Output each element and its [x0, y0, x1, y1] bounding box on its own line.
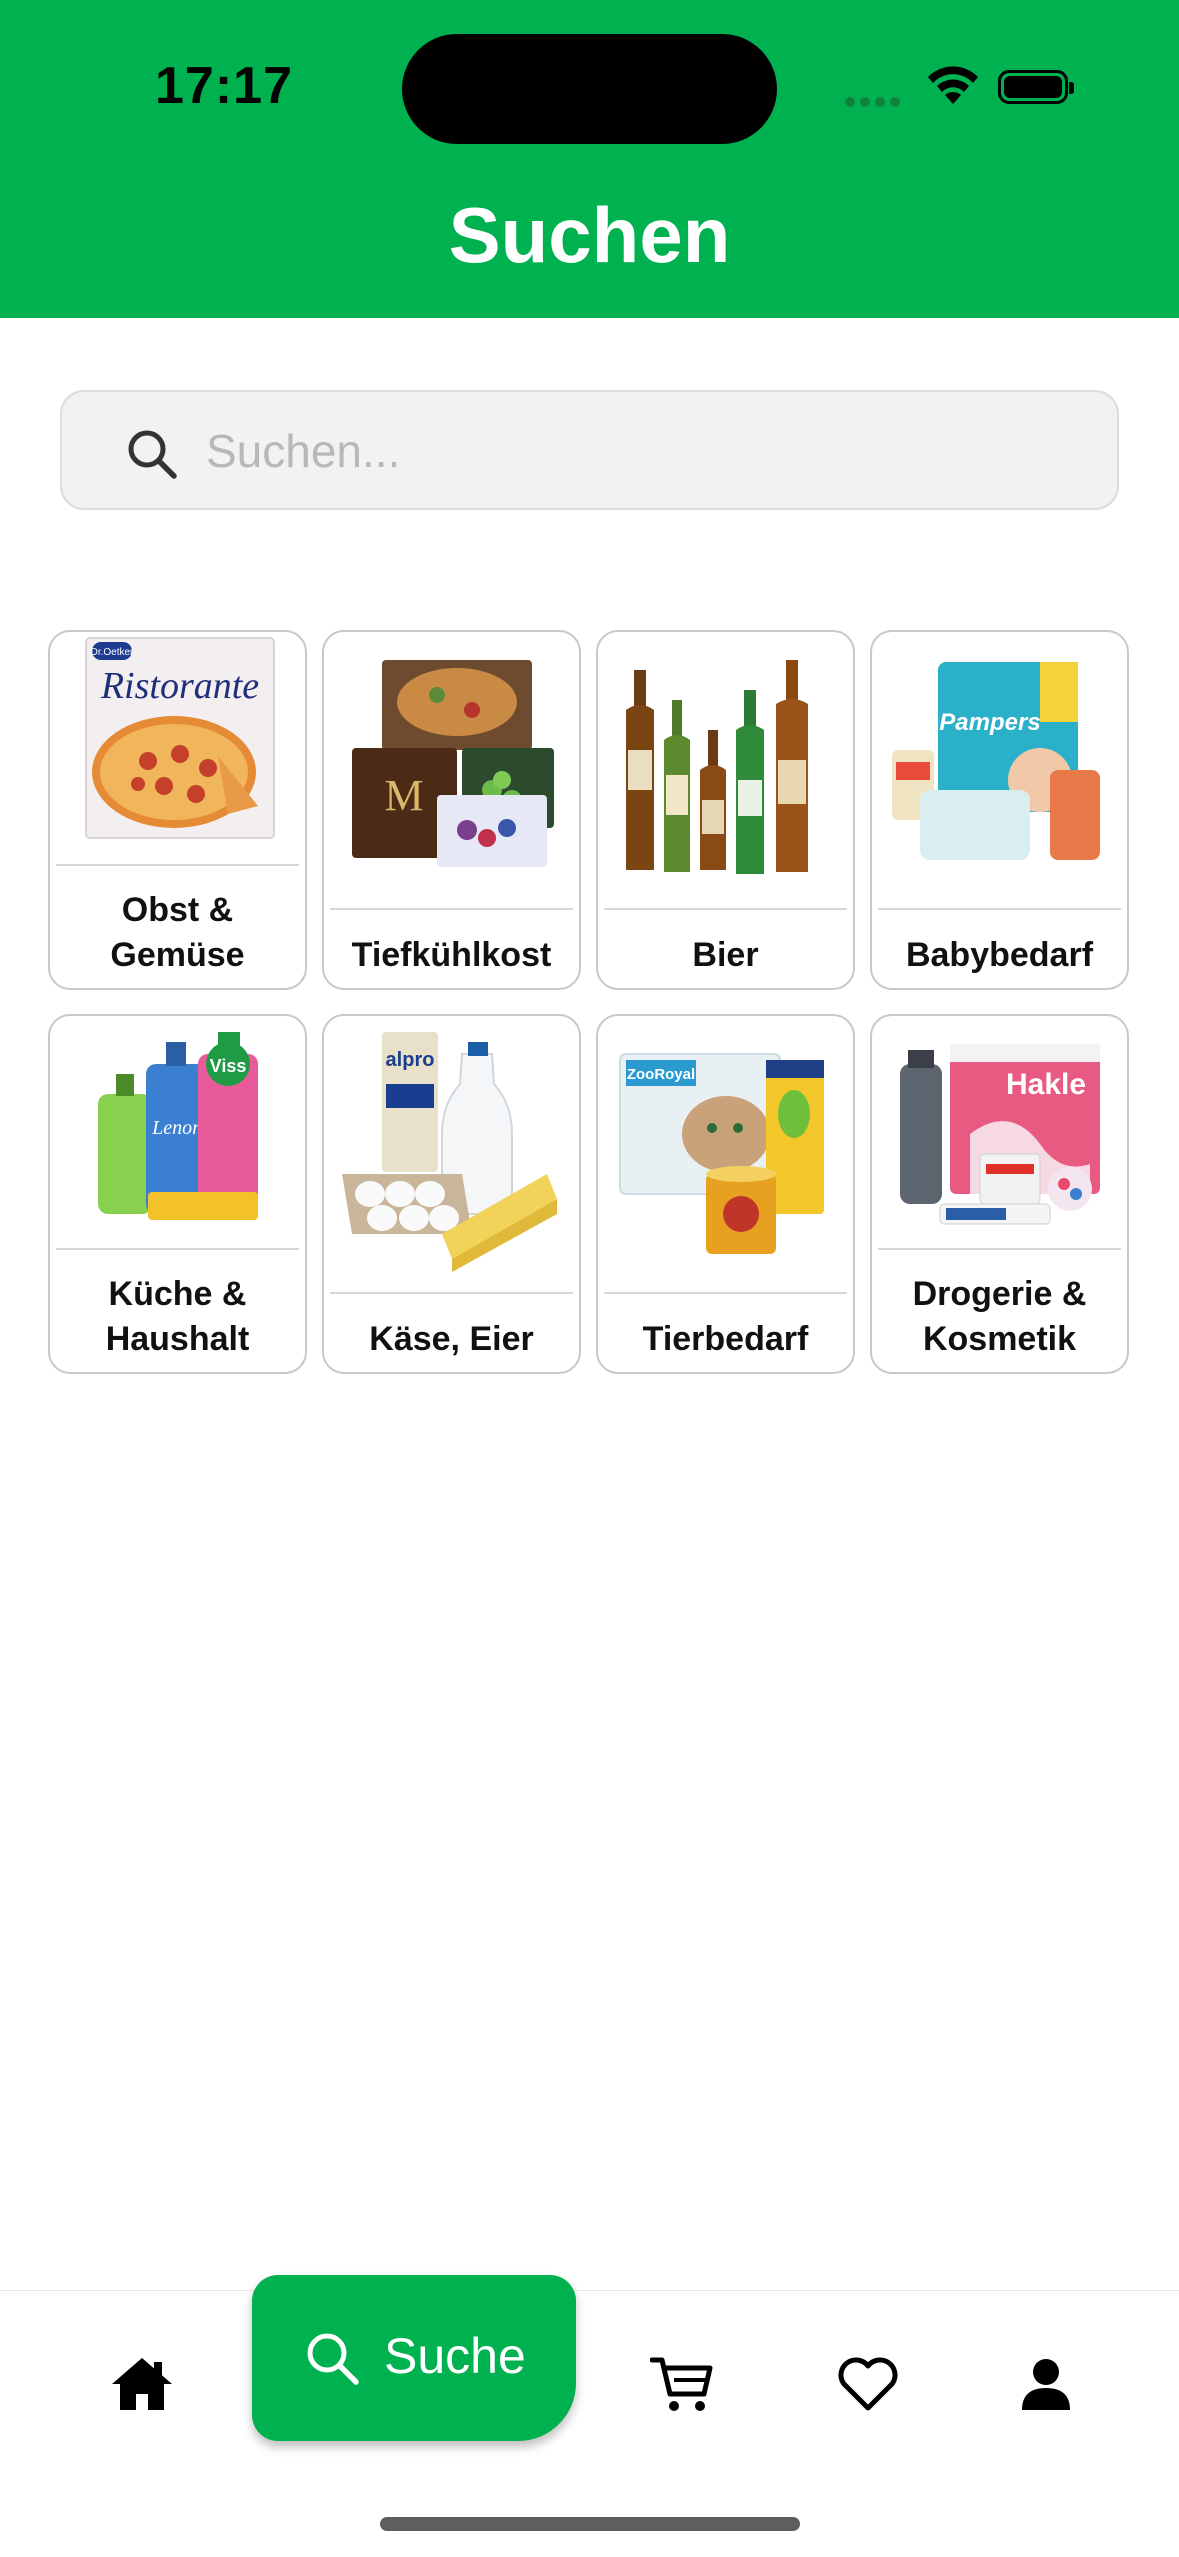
search-icon: [307, 2333, 359, 2385]
category-label: Tiefkühlkost: [351, 936, 552, 974]
dairy-eggs-image: alpro: [342, 1024, 561, 1274]
search-icon: [128, 430, 177, 479]
card-separator: [330, 1292, 573, 1294]
pampers-logo-text: Pampers: [939, 709, 1040, 736]
tab-search-label: Suche: [384, 2328, 526, 2384]
card-separator: [604, 1292, 847, 1294]
category-label: Babybedarf: [905, 936, 1094, 974]
tab-profile[interactable]: [986, 2329, 1106, 2439]
card-separator: [604, 908, 847, 910]
ristorante-logo-text: Ristorante: [100, 665, 259, 707]
beer-bottles-image: [616, 640, 835, 880]
hakle-logo-text: Hakle: [1006, 1068, 1086, 1101]
page-title: Suchen: [448, 191, 731, 279]
wifi-icon: [928, 66, 978, 104]
svg-text:Lenor: Lenor: [151, 1117, 200, 1139]
category-card-bier[interactable]: Bier: [596, 630, 855, 990]
cart-icon: [650, 2357, 713, 2411]
pet-supplies-image: ZooRoyal: [616, 1024, 835, 1274]
category-card-drogerie-kosmetik[interactable]: Hakle Drogerie & Kosmetik: [870, 1014, 1129, 1374]
frozen-food-image: M: [342, 640, 561, 880]
search-bar[interactable]: [60, 390, 1119, 510]
svg-text:Dr.Oetker: Dr.Oetker: [91, 647, 134, 658]
dynamic-island: [402, 34, 777, 144]
svg-text:M: M: [384, 771, 423, 820]
category-label: Tierbedarf: [642, 1320, 809, 1358]
heart-icon: [838, 2357, 898, 2411]
person-icon: [1022, 2359, 1070, 2410]
category-label: Obst & Gemüse: [110, 891, 245, 974]
tab-search-active[interactable]: Suche: [252, 2275, 576, 2441]
alpro-logo-text: alpro: [386, 1049, 435, 1071]
card-separator: [330, 908, 573, 910]
card-separator: [56, 864, 299, 866]
card-separator: [56, 1248, 299, 1250]
home-icon: [112, 2358, 172, 2410]
category-card-kueche-haushalt[interactable]: Lenor Viss Küche & Haushalt: [48, 1014, 307, 1374]
cleaning-products-image: Lenor Viss: [68, 1024, 287, 1240]
status-icons: [845, 64, 1085, 114]
drugstore-image: Hakle: [890, 1024, 1109, 1240]
tab-cart[interactable]: [622, 2329, 742, 2439]
category-label: Küche & Haushalt: [105, 1275, 250, 1358]
pizza-ristorante-image: Dr.Oetker Ristorante: [68, 636, 287, 842]
header: 17:17 Suchen: [0, 0, 1179, 318]
status-time: 17:17: [155, 57, 293, 115]
battery-icon: [998, 70, 1074, 104]
category-label: Käse, Eier: [369, 1320, 534, 1358]
card-separator: [878, 908, 1121, 910]
zooroyal-logo-text: ZooRoyal: [627, 1066, 695, 1083]
category-label: Drogerie & Kosmetik: [912, 1275, 1087, 1358]
category-card-tiefkuehlkost[interactable]: M Tiefkühlkost: [322, 630, 581, 990]
cellular-signal-icon: [845, 94, 905, 112]
viss-logo-text: Viss: [210, 1056, 247, 1076]
category-card-tierbedarf[interactable]: ZooRoyal Tierbedarf: [596, 1014, 855, 1374]
category-card-obst-gemuese[interactable]: Dr.Oetker Ristorante Obst & Gemüse: [48, 630, 307, 990]
search-input[interactable]: [204, 412, 1088, 490]
category-card-kaese-eier[interactable]: alpro Käse, Eier: [322, 1014, 581, 1374]
category-label: Bier: [692, 936, 759, 974]
tab-favorites[interactable]: [808, 2329, 928, 2439]
baby-products-image: Pampers: [890, 640, 1109, 880]
card-separator: [878, 1248, 1121, 1250]
tab-home[interactable]: [82, 2329, 202, 2439]
category-card-babybedarf[interactable]: Pampers Babybedarf: [870, 630, 1129, 990]
home-indicator: [380, 2517, 800, 2531]
